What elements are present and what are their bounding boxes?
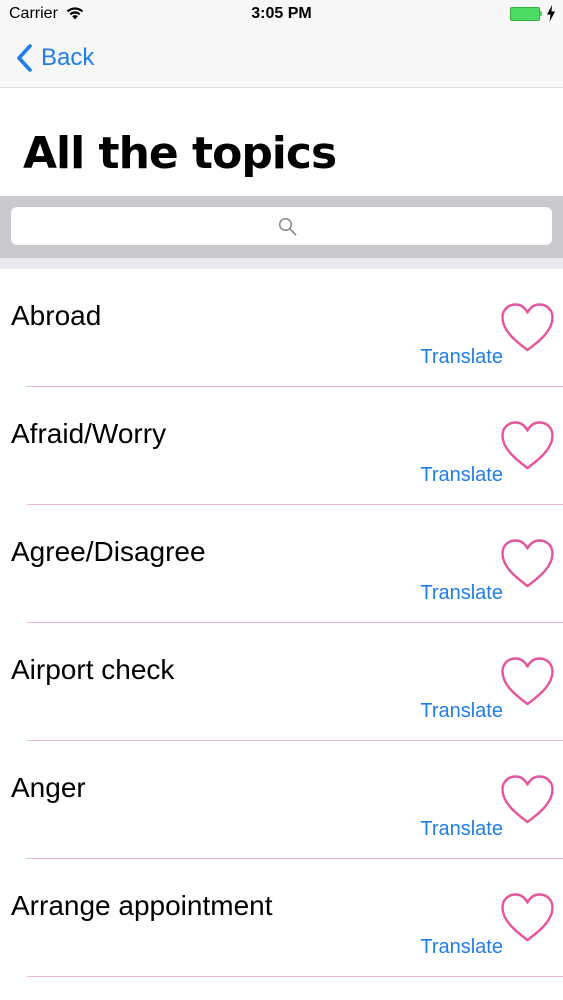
translate-button[interactable]: Translate [420,346,503,369]
translate-button[interactable]: Translate [420,464,503,487]
translate-button[interactable]: Translate [420,936,503,959]
topic-title: Arrange appointment [11,890,273,921]
back-button[interactable]: Back [16,42,94,74]
search-bar [0,196,563,258]
heart-icon[interactable] [500,656,555,708]
navigation-bar: Back [0,30,563,88]
app-screen: Carrier 3:05 PM Back All the topics Abro… [0,0,563,1000]
heart-icon[interactable] [500,774,555,826]
translate-button[interactable]: Translate [420,818,503,841]
row-divider [27,976,563,977]
translate-button[interactable]: Translate [420,582,503,605]
search-input[interactable] [11,207,552,245]
topic-row[interactable]: Agree/Disagree Translate [0,505,563,623]
topic-title: Airport check [11,654,175,685]
chevron-left-icon [17,44,32,72]
topic-title: Abroad [11,300,102,331]
search-field-container[interactable] [11,207,552,245]
topic-row[interactable]: Abroad Translate [0,269,563,387]
heart-icon[interactable] [500,892,555,944]
topic-title: Anger [11,772,86,803]
battery-icon [510,7,542,21]
topic-title: Agree/Disagree [11,536,206,567]
translate-button[interactable]: Translate [420,700,503,723]
page-title: All the topics [23,128,337,179]
topic-row[interactable]: Afraid/Worry Translate [0,387,563,505]
topic-title: Afraid/Worry [11,418,167,449]
charging-bolt-icon [547,5,555,22]
search-bar-separator [0,258,563,269]
topic-row[interactable]: Anger Translate [0,741,563,859]
status-bar: Carrier 3:05 PM [0,0,563,30]
topic-row[interactable]: Arrange appointment Translate [0,859,563,977]
topic-list: Abroad Translate Afraid/Worry Translate … [0,269,563,977]
heart-icon[interactable] [500,538,555,590]
topic-row[interactable]: Airport check Translate [0,623,563,741]
heart-icon[interactable] [500,420,555,472]
back-label: Back [41,44,95,71]
heart-icon[interactable] [500,302,555,354]
status-time: 3:05 PM [251,5,312,22]
